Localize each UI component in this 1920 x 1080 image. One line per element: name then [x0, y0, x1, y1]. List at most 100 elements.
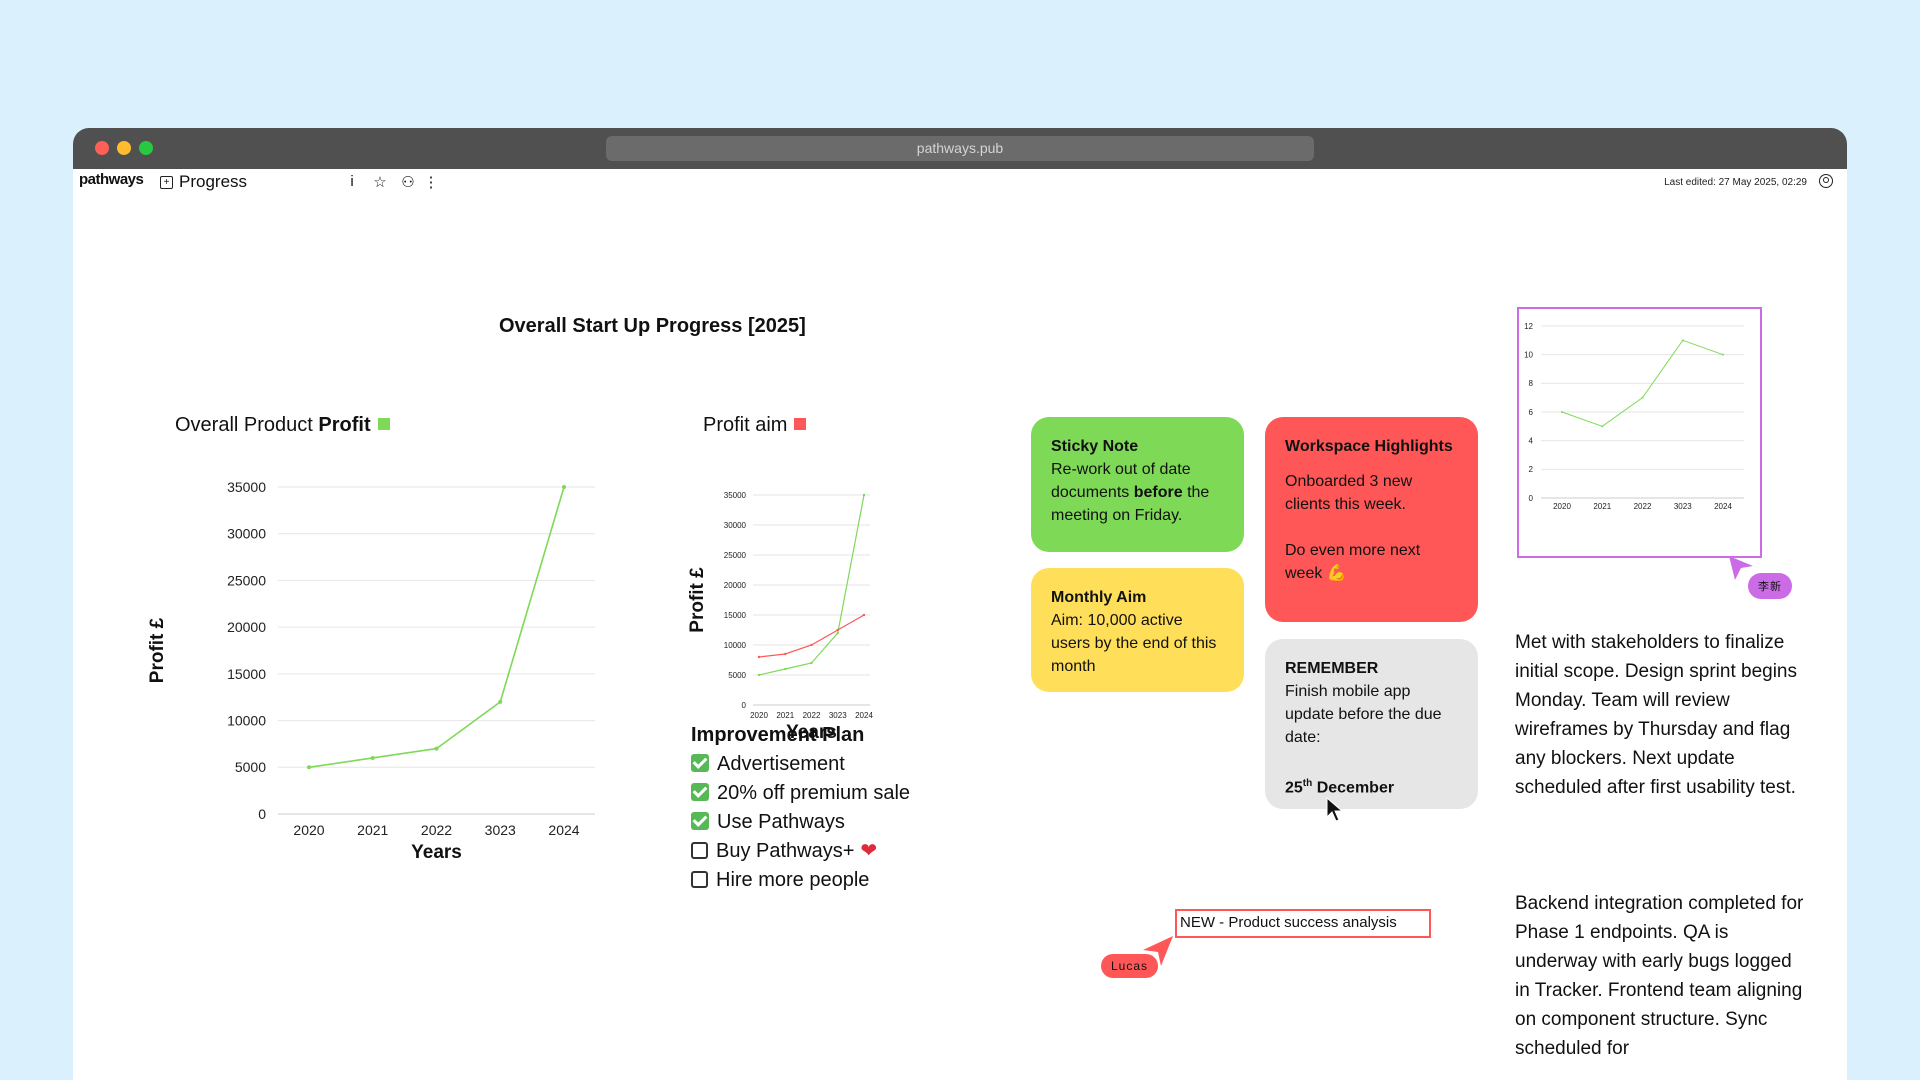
x-tick-label: 2022	[803, 711, 821, 720]
collaborator-tag-lee: 李新	[1748, 573, 1792, 599]
remember-note[interactable]: REMEMBER Finish mobile app update before…	[1265, 639, 1478, 809]
plan-item[interactable]: 20% off premium sale	[691, 779, 910, 808]
more-vertical-icon[interactable]: ⋮	[422, 173, 440, 191]
x-tick-label: 2024	[548, 822, 579, 838]
y-tick-label: 10000	[724, 641, 747, 650]
remember-date-day: 25	[1285, 779, 1303, 797]
info-icon[interactable]: i	[343, 173, 361, 190]
sticky-note-body: Re-work out of date documents before the…	[1051, 458, 1224, 527]
share-people-icon[interactable]: ⚇	[399, 173, 417, 191]
maximize-window-button[interactable]	[139, 141, 153, 155]
collaborator-tag-lucas: Lucas	[1101, 954, 1159, 978]
checkbox-checked[interactable]	[691, 754, 709, 772]
address-bar[interactable]: pathways.pub	[606, 136, 1314, 161]
y-tick-label: 25000	[227, 572, 266, 588]
data-point	[307, 765, 311, 770]
checkbox-unchecked[interactable]	[691, 871, 708, 888]
x-tick-label: 2020	[1553, 502, 1571, 511]
data-point	[862, 613, 866, 617]
x-tick-label: 2024	[855, 711, 873, 720]
y-tick-label: 15000	[724, 611, 747, 620]
plan-item-label: Use Pathways	[717, 811, 845, 833]
sticky-note-bold: before	[1133, 484, 1183, 501]
checkbox-checked[interactable]	[691, 812, 709, 830]
checkbox-unchecked[interactable]	[691, 842, 708, 859]
x-tick-label: 2021	[357, 822, 388, 838]
y-axis-label: Profit £	[687, 567, 708, 633]
x-tick-label: 3023	[829, 711, 847, 720]
y-axis-label: Profit £	[147, 617, 168, 683]
flexed-biceps-icon: 💪	[1326, 565, 1347, 582]
plan-item[interactable]: Buy Pathways+ ❤	[691, 837, 910, 866]
data-point	[757, 655, 761, 659]
plan-item[interactable]: Advertisement	[691, 750, 910, 779]
data-point	[810, 643, 813, 647]
monthly-aim-text: Aim: 10,000 active users by the end of t…	[1051, 612, 1217, 675]
workspace-highlights-title: Workspace Highlights	[1285, 438, 1453, 455]
doc-title[interactable]: Progress	[179, 172, 247, 192]
workspace-highlights-note[interactable]: Workspace Highlights Onboarded 3 new cli…	[1265, 417, 1478, 622]
series-line	[758, 614, 865, 658]
monthly-aim-note[interactable]: Monthly Aim Aim: 10,000 active users by …	[1031, 568, 1244, 692]
data-point	[836, 628, 839, 632]
data-point	[862, 493, 866, 497]
page-heading: Overall Start Up Progress [2025]	[499, 315, 806, 337]
chart1-title-bold: Profit	[318, 414, 371, 436]
plan-item-label: Hire more people	[716, 869, 870, 891]
data-point	[1601, 425, 1604, 428]
pathways-logo[interactable]: pathways	[79, 171, 144, 188]
close-window-button[interactable]	[95, 141, 109, 155]
star-icon[interactable]: ☆	[371, 173, 389, 191]
y-tick-label: 4	[1529, 436, 1534, 445]
doc-toolbar: pathways + Progress i ☆ ⚇ ⋮ Last edited:…	[73, 169, 1847, 193]
sticky-note-title: Sticky Note	[1051, 438, 1139, 455]
chart1-legend-swatch	[377, 418, 390, 430]
browser-window: pathways.pub pathways + Progress i ☆ ⚇ ⋮…	[73, 128, 1847, 1080]
y-tick-label: 35000	[227, 479, 266, 495]
x-tick-label: 2020	[750, 711, 768, 720]
chart2-plot: 0 5000 10000 15000 20000 25000 30000 35000 2020 2…	[687, 491, 873, 743]
y-tick-label: 30000	[724, 521, 747, 530]
y-tick-label: 2	[1529, 465, 1534, 474]
account-icon[interactable]	[1819, 174, 1833, 188]
y-tick-label: 6	[1529, 408, 1534, 417]
mini-chart-frame[interactable]: 0 2 4 6 8 10 12 2020 2021 2022 3023 2024	[1517, 307, 1762, 558]
sticky-note[interactable]: Sticky Note Re-work out of date document…	[1031, 417, 1244, 552]
y-tick-label: 10	[1524, 350, 1533, 359]
x-tick-label: 2022	[1634, 502, 1652, 511]
y-tick-label: 0	[1529, 494, 1534, 503]
plan-item-label: 20% off premium sale	[717, 782, 911, 804]
chart1-plot: 0 5000 10000 15000 20000 25000 30000 35000 2020 2…	[147, 479, 595, 863]
minimize-window-button[interactable]	[117, 141, 131, 155]
doc-plus-icon[interactable]: +	[160, 176, 173, 189]
improvement-plan: Improvement Plan Advertisement 20% off p…	[691, 724, 910, 895]
plan-item[interactable]: Hire more people	[691, 866, 910, 895]
y-tick-label: 25000	[724, 551, 747, 560]
data-point	[784, 652, 787, 656]
plan-item[interactable]: Use Pathways	[691, 808, 910, 837]
y-tick-label: 10000	[227, 712, 266, 728]
x-tick-label: 2024	[1714, 502, 1732, 511]
workspace-highlights-text2: Do even more next week 💪	[1285, 539, 1458, 585]
remember-title: REMEMBER	[1285, 660, 1379, 677]
text-paragraph-1[interactable]: Met with stakeholders to finalize initia…	[1515, 628, 1805, 802]
x-tick-label: 3023	[485, 822, 516, 838]
chart2-legend-swatch	[794, 418, 807, 430]
y-tick-label: 30000	[227, 526, 266, 542]
remember-date: 25th December	[1285, 772, 1458, 799]
x-tick-label: 2022	[421, 822, 452, 838]
y-tick-label: 12	[1524, 322, 1533, 331]
y-tick-label: 20000	[724, 581, 747, 590]
x-tick-label: 2020	[293, 822, 324, 838]
data-point	[1641, 396, 1644, 399]
y-tick-label: 0	[742, 701, 747, 710]
new-analysis-textbox[interactable]: NEW - Product success analysis	[1175, 909, 1431, 938]
text-paragraph-2[interactable]: Backend integration completed for Phase …	[1515, 889, 1805, 1063]
remember-date-suffix: th	[1302, 778, 1313, 789]
data-point	[1722, 353, 1724, 356]
x-tick-label: 2021	[776, 711, 794, 720]
monthly-aim-title: Monthly Aim	[1051, 589, 1147, 606]
checkbox-checked[interactable]	[691, 783, 709, 801]
browser-titlebar: pathways.pub	[73, 128, 1847, 169]
y-tick-label: 8	[1529, 379, 1534, 388]
